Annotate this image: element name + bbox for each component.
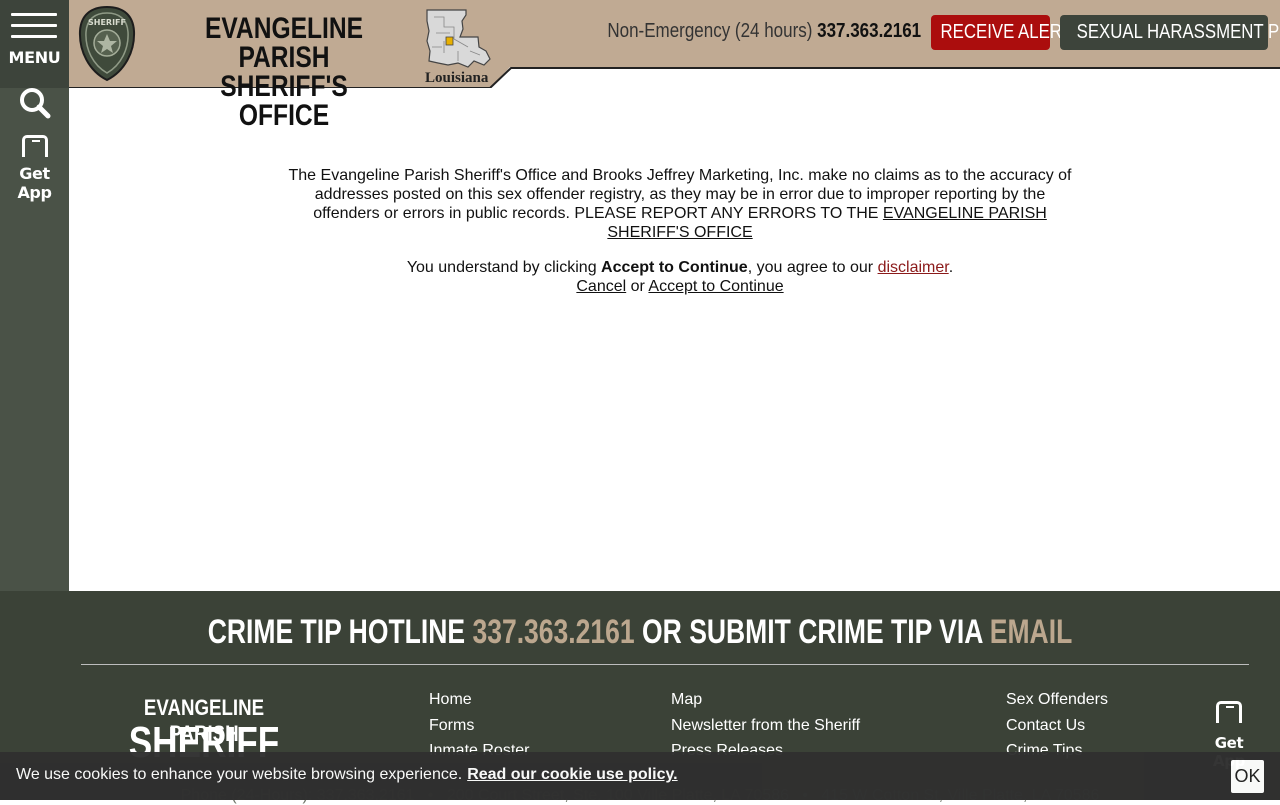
- agency-title-line2: SHERIFF'S OFFICE: [220, 70, 348, 132]
- non-emergency-label: Non-Emergency (24 hours): [607, 20, 813, 42]
- receive-alerts-label: RECEIVE ALERTS: [940, 21, 1084, 43]
- tip-email-link[interactable]: EMAIL: [990, 613, 1073, 651]
- phone-icon: [1216, 701, 1242, 723]
- non-emergency-contact: Non-Emergency (24 hours) 337.363.2161: [607, 20, 921, 43]
- cookie-message: We use cookies to enhance your website b…: [16, 766, 678, 784]
- site-header: SHERIFF EVANGELINE PARISH SHERIFF'S OFFI…: [69, 0, 1280, 131]
- state-label: Louisiana: [425, 70, 489, 86]
- action-links: Cancel or Accept to Continue: [284, 277, 1076, 296]
- search-icon: [20, 88, 51, 119]
- agree-bold: Accept to Continue: [601, 259, 748, 276]
- footer-link-contact-us[interactable]: Contact Us: [1006, 713, 1108, 739]
- menu-button[interactable]: MENU: [0, 0, 69, 88]
- cookie-policy-link[interactable]: Read our cookie use policy.: [467, 766, 677, 783]
- footer-link-map[interactable]: Map: [671, 687, 860, 713]
- or-text: or: [626, 278, 649, 295]
- footer-get-app-button[interactable]: Get App: [1200, 701, 1258, 770]
- non-emergency-phone[interactable]: 337.363.2161: [817, 20, 921, 42]
- tip-mid: OR SUBMIT CRIME TIP VIA: [634, 613, 990, 651]
- cookie-ok-button[interactable]: OK: [1231, 760, 1264, 793]
- footer-divider: [81, 664, 1249, 665]
- agree-prefix: You understand by clicking: [406, 259, 602, 276]
- agree-end: .: [948, 259, 954, 276]
- hamburger-icon-bar: [11, 24, 57, 27]
- get-app-button[interactable]: Get App: [0, 133, 69, 202]
- sheriff-badge-logo[interactable]: SHERIFF: [77, 5, 137, 82]
- sexual-harassment-policy-button[interactable]: SEXUAL HARASSMENT POLICY: [1060, 15, 1280, 50]
- tip-phone-link[interactable]: 337.363.2161: [472, 613, 634, 651]
- footer-link-sex-offenders[interactable]: Sex Offenders: [1006, 687, 1108, 713]
- footer-link-newsletter[interactable]: Newsletter from the Sheriff: [671, 713, 860, 739]
- crime-tip-hotline: CRIME TIP HOTLINE 337.363.2161 OR SUBMIT…: [141, 613, 1139, 652]
- menu-label: MENU: [8, 48, 61, 67]
- disclaimer-link[interactable]: disclaimer: [878, 259, 949, 276]
- sexual-harassment-policy-label: SEXUAL HARASSMENT POLICY: [1076, 21, 1280, 43]
- tip-prefix: CRIME TIP HOTLINE: [207, 613, 473, 651]
- hamburger-icon: [11, 13, 57, 16]
- get-app-label: Get App: [17, 164, 52, 202]
- search-button[interactable]: [14, 86, 54, 120]
- footer-link-forms[interactable]: Forms: [429, 713, 529, 739]
- cancel-link[interactable]: Cancel: [576, 278, 626, 295]
- agree-mid: , you agree to our: [747, 259, 878, 276]
- agree-paragraph: You understand by clicking Accept to Con…: [284, 258, 1076, 277]
- phone-icon: [22, 135, 48, 157]
- louisiana-map-icon: [426, 9, 491, 68]
- receive-alerts-button[interactable]: RECEIVE ALERTS: [931, 15, 1084, 50]
- cookie-text: We use cookies to enhance your website b…: [16, 766, 463, 783]
- accept-to-continue-link[interactable]: Accept to Continue: [648, 278, 783, 295]
- disclaimer-paragraph: The Evangeline Parish Sheriff's Office a…: [284, 166, 1076, 242]
- hamburger-icon-bar: [11, 35, 57, 38]
- badge-text: SHERIFF: [88, 18, 126, 27]
- footer-link-home[interactable]: Home: [429, 687, 529, 713]
- agency-title-line1: EVANGELINE PARISH: [204, 12, 364, 74]
- badge-icon: SHERIFF: [78, 5, 136, 82]
- side-rail: MENU Get App: [0, 0, 69, 591]
- disclaimer-notice: The Evangeline Parish Sheriff's Office a…: [284, 166, 1076, 296]
- evangeline-parish-marker: [445, 36, 454, 46]
- cookie-banner: We use cookies to enhance your website b…: [0, 752, 1280, 800]
- agency-title[interactable]: EVANGELINE PARISH SHERIFF'S OFFICE: [182, 12, 387, 132]
